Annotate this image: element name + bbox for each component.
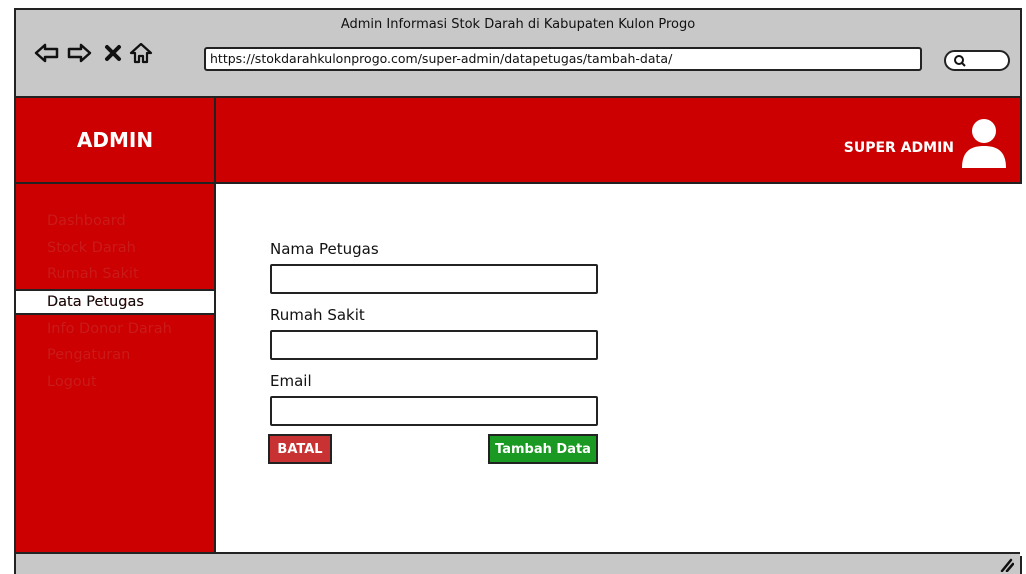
browser-window: Admin Informasi Stok Darah di Kabupaten … — [14, 8, 1022, 574]
sidebar-item-data-petugas[interactable]: Data Petugas — [16, 288, 214, 315]
email-input[interactable] — [270, 396, 598, 426]
sidebar-menu: Dashboard Stock Darah Rumah Sakit Data P… — [16, 208, 214, 395]
rumah-sakit-input[interactable] — [270, 330, 598, 360]
brand-title: ADMIN — [16, 98, 216, 182]
browser-search[interactable] — [944, 50, 1010, 71]
url-bar[interactable]: https://stokdarahkulonprogo.com/super-ad… — [204, 47, 922, 71]
app-header: ADMIN SUPER ADMIN — [16, 98, 1020, 184]
sidebar-item-stock-darah[interactable]: Stock Darah — [16, 235, 214, 262]
nama-petugas-label: Nama Petugas — [270, 240, 379, 258]
email-label: Email — [270, 372, 312, 390]
sidebar-item-info-donor-darah[interactable]: Info Donor Darah — [16, 316, 214, 343]
sidebar-item-logout[interactable]: Logout — [16, 369, 214, 396]
back-arrow-icon[interactable] — [34, 40, 60, 66]
main-content: Nama Petugas Rumah Sakit Email BATAL Tam… — [216, 184, 1022, 556]
sidebar: Dashboard Stock Darah Rumah Sakit Data P… — [16, 184, 216, 556]
sidebar-item-pengaturan[interactable]: Pengaturan — [16, 342, 214, 369]
window-title: Admin Informasi Stok Darah di Kabupaten … — [340, 17, 696, 32]
nama-petugas-input[interactable] — [270, 264, 598, 294]
add-data-button[interactable]: Tambah Data — [488, 434, 598, 464]
close-x-icon[interactable] — [100, 40, 126, 66]
sidebar-item-rumah-sakit[interactable]: Rumah Sakit — [16, 261, 214, 288]
cancel-button[interactable]: BATAL — [268, 434, 332, 464]
search-icon — [954, 55, 966, 67]
browser-chrome: Admin Informasi Stok Darah di Kabupaten … — [16, 10, 1020, 98]
forward-arrow-icon[interactable] — [66, 40, 92, 66]
user-icon[interactable] — [960, 116, 1008, 168]
user-role-label: SUPER ADMIN — [843, 140, 954, 156]
rumah-sakit-label: Rumah Sakit — [270, 306, 365, 324]
home-icon[interactable] — [128, 40, 154, 66]
status-bar — [16, 552, 1020, 574]
sidebar-item-dashboard[interactable]: Dashboard — [16, 208, 214, 235]
resize-grip-icon[interactable] — [998, 558, 1014, 572]
